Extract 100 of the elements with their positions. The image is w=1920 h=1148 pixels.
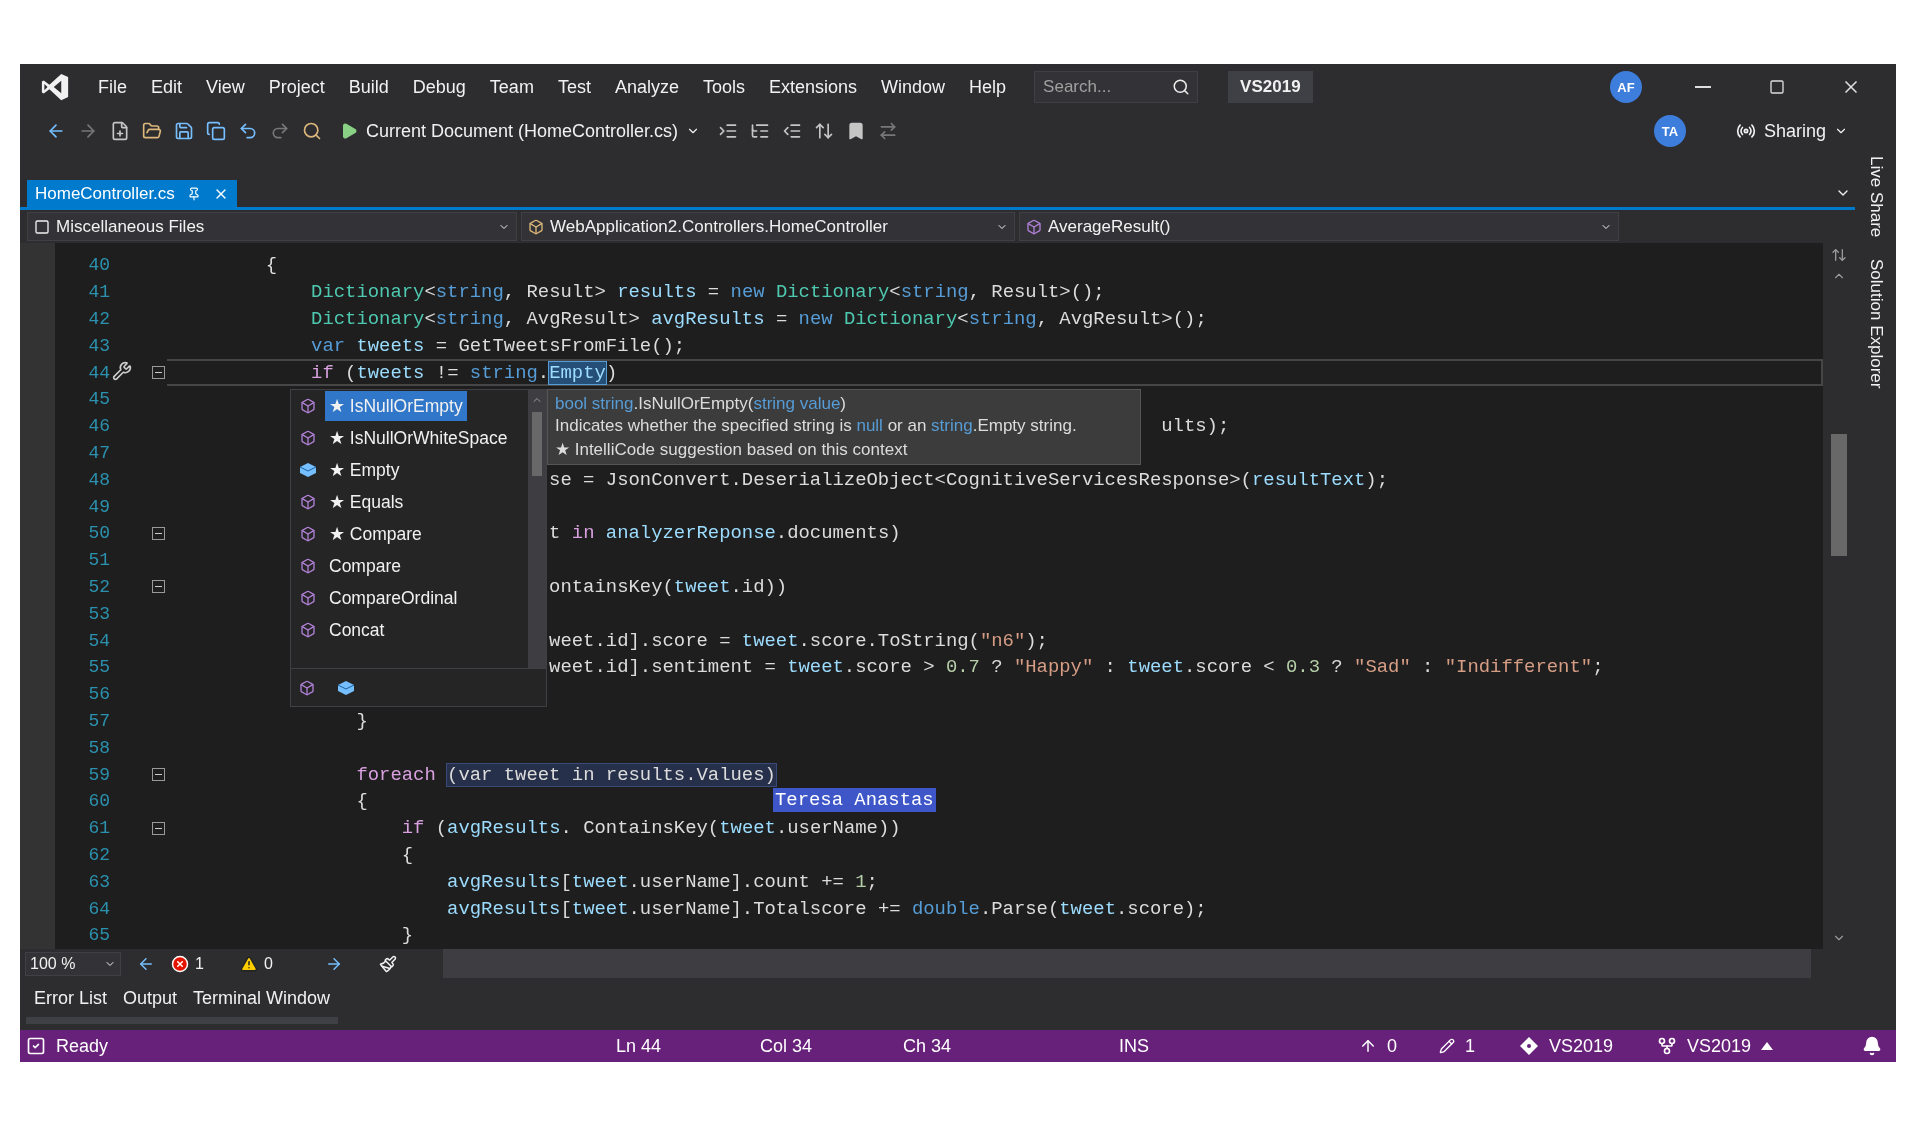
outgoing-count[interactable]: 0 — [1387, 1035, 1397, 1057]
line-number: 42 — [87, 309, 111, 329]
code-line: avgResults[tweet.userName].count += 1; — [447, 870, 878, 893]
suggestion-note: ★ IntelliCode suggestion based on this context — [555, 438, 909, 460]
code-line: { — [265, 254, 278, 277]
code-line: Dictionary<string, AvgResult> avgResults = new Dictionary<string, AvgResult>(); — [311, 308, 1207, 330]
pencil-icon[interactable] — [1439, 1038, 1455, 1054]
menu-item[interactable]: Debug — [400, 76, 478, 98]
code-line: if (avgResults. ContainsKey(tweet.userName)) — [401, 817, 901, 840]
warning-icon[interactable] — [239, 954, 258, 973]
menu-item[interactable]: Window — [869, 76, 958, 98]
line-number: 58 — [87, 737, 111, 758]
collapse-icon[interactable] — [152, 526, 165, 540]
menu-item[interactable]: Project — [256, 76, 337, 98]
save-icon[interactable] — [174, 121, 194, 141]
list-icon[interactable] — [750, 121, 771, 141]
collapse-icon[interactable] — [152, 821, 165, 835]
folder-icon[interactable] — [142, 121, 162, 141]
search-field[interactable]: Search... — [1034, 71, 1199, 103]
maximize-icon — [1769, 79, 1785, 95]
completion-item[interactable]: ★ Empty — [325, 455, 404, 485]
line-number: 50 — [87, 523, 111, 544]
indent-icon[interactable] — [718, 121, 739, 141]
completion-item[interactable]: Compare — [325, 551, 405, 581]
collaborator-avatar[interactable]: TA — [1653, 115, 1686, 147]
triangle-icon[interactable] — [1761, 1042, 1774, 1050]
completion-item[interactable]: ★ IsNullOrWhiteSpace — [325, 423, 512, 453]
account-avatar[interactable]: AF — [1610, 71, 1642, 103]
code-line: weet.id].sentiment = tweet.score > 0.7 ? "Happy" : tweet.score < 0.3 ? "Sad" : "Indifferent"; — [549, 656, 1604, 679]
insert-mode-indicator[interactable]: INS — [1119, 1035, 1149, 1057]
completion-item[interactable]: ★ IsNullOrEmpty — [325, 391, 467, 421]
completion-item[interactable]: ★ Equals — [325, 487, 408, 517]
member-dropdown[interactable]: AverageResult() — [1019, 212, 1619, 241]
line-number: 41 — [87, 282, 111, 303]
side-tab[interactable]: Live Share — [1865, 156, 1886, 238]
bell-icon[interactable] — [1862, 1036, 1882, 1056]
code-line: if (tweets != string.Empty) — [311, 361, 618, 384]
scrollbar-thumb[interactable] — [1831, 434, 1847, 556]
menu-item[interactable]: Test — [545, 76, 603, 98]
line-indicator: Ln 44 — [616, 1035, 662, 1057]
code-line: weet.id].score = tweet.score.ToString("n6"); — [549, 629, 1048, 652]
wrench-icon[interactable] — [112, 360, 132, 381]
branch-icon[interactable] — [1657, 1036, 1677, 1056]
collapse-icon[interactable] — [152, 768, 165, 782]
scrollbar-thumb[interactable] — [532, 412, 542, 476]
code-line: ults); — [1161, 415, 1230, 438]
document-tab[interactable]: HomeController.cs — [27, 180, 237, 207]
pin-icon[interactable] — [186, 186, 201, 201]
line-number: 45 — [87, 389, 111, 410]
completion-item[interactable]: CompareOrdinal — [325, 583, 462, 613]
repository-name[interactable]: VS2019 — [1549, 1035, 1614, 1057]
code-line: Dictionary<string, Result> results = new Dictionary<string, Result>(); — [311, 281, 1105, 304]
line-number: 64 — [87, 898, 111, 919]
collapse-icon[interactable] — [152, 580, 165, 594]
line-number: 61 — [87, 818, 111, 839]
menu-item[interactable]: View — [194, 76, 257, 98]
menu-item[interactable]: Team — [477, 76, 546, 98]
menu-item[interactable]: Analyze — [602, 76, 691, 98]
warning-count[interactable]: 0 — [263, 954, 273, 973]
run-button[interactable]: Current Document (HomeController.cs) — [334, 120, 707, 142]
line-number: 49 — [87, 496, 111, 517]
menu-item[interactable]: Build — [336, 76, 401, 98]
cube-icon[interactable] — [299, 679, 315, 696]
sort-icon[interactable] — [814, 121, 835, 141]
redo-icon[interactable] — [270, 121, 290, 141]
error-count[interactable]: 1 — [195, 954, 204, 973]
completion-item[interactable]: Concat — [325, 615, 389, 645]
horizontal-scrollbar[interactable] — [442, 949, 1811, 978]
edit-count[interactable]: 1 — [1465, 1035, 1475, 1057]
outdent-icon[interactable] — [782, 121, 803, 141]
search-icon[interactable] — [1172, 78, 1191, 96]
status-text: Ready — [56, 1035, 109, 1057]
undo-icon[interactable] — [238, 121, 258, 141]
menu-item[interactable]: Edit — [139, 76, 195, 98]
code-line: se = JsonConvert.DeserializeObject<CognitiveServicesResponse>(resultText); — [549, 468, 1389, 491]
menu-item[interactable]: Help — [957, 76, 1019, 98]
code-line: } — [401, 924, 414, 947]
diamond-icon[interactable] — [1519, 1036, 1539, 1056]
code-line: foreach (var tweet in results.Values) — [356, 763, 776, 786]
zoom-dropdown[interactable]: 100 % — [25, 951, 121, 976]
find-icon[interactable] — [302, 121, 322, 141]
share-button[interactable]: Sharing — [1729, 119, 1854, 143]
type-dropdown[interactable]: WebApplication2.Controllers.HomeController — [521, 212, 1015, 241]
branch-name[interactable]: VS2019 — [1687, 1035, 1752, 1057]
cube-icon — [300, 526, 316, 542]
new-file-icon[interactable] — [110, 121, 130, 141]
line-number: 48 — [87, 469, 111, 490]
line-number: 47 — [87, 442, 111, 463]
project-dropdown[interactable]: Miscellaneous Files — [27, 212, 517, 241]
scrollbar[interactable] — [528, 390, 546, 668]
cube-icon — [300, 398, 316, 414]
line-number: 43 — [87, 335, 111, 356]
completion-item[interactable]: ★ Compare — [325, 519, 426, 549]
menu-item[interactable]: Tools — [690, 76, 757, 98]
menu-item[interactable]: File — [86, 76, 139, 98]
side-tab[interactable]: Solution Explorer — [1865, 259, 1886, 389]
brush-icon[interactable] — [378, 954, 397, 973]
error-icon[interactable] — [171, 954, 189, 973]
menu-item[interactable]: Extensions — [756, 76, 870, 98]
collapse-icon[interactable] — [152, 366, 165, 380]
